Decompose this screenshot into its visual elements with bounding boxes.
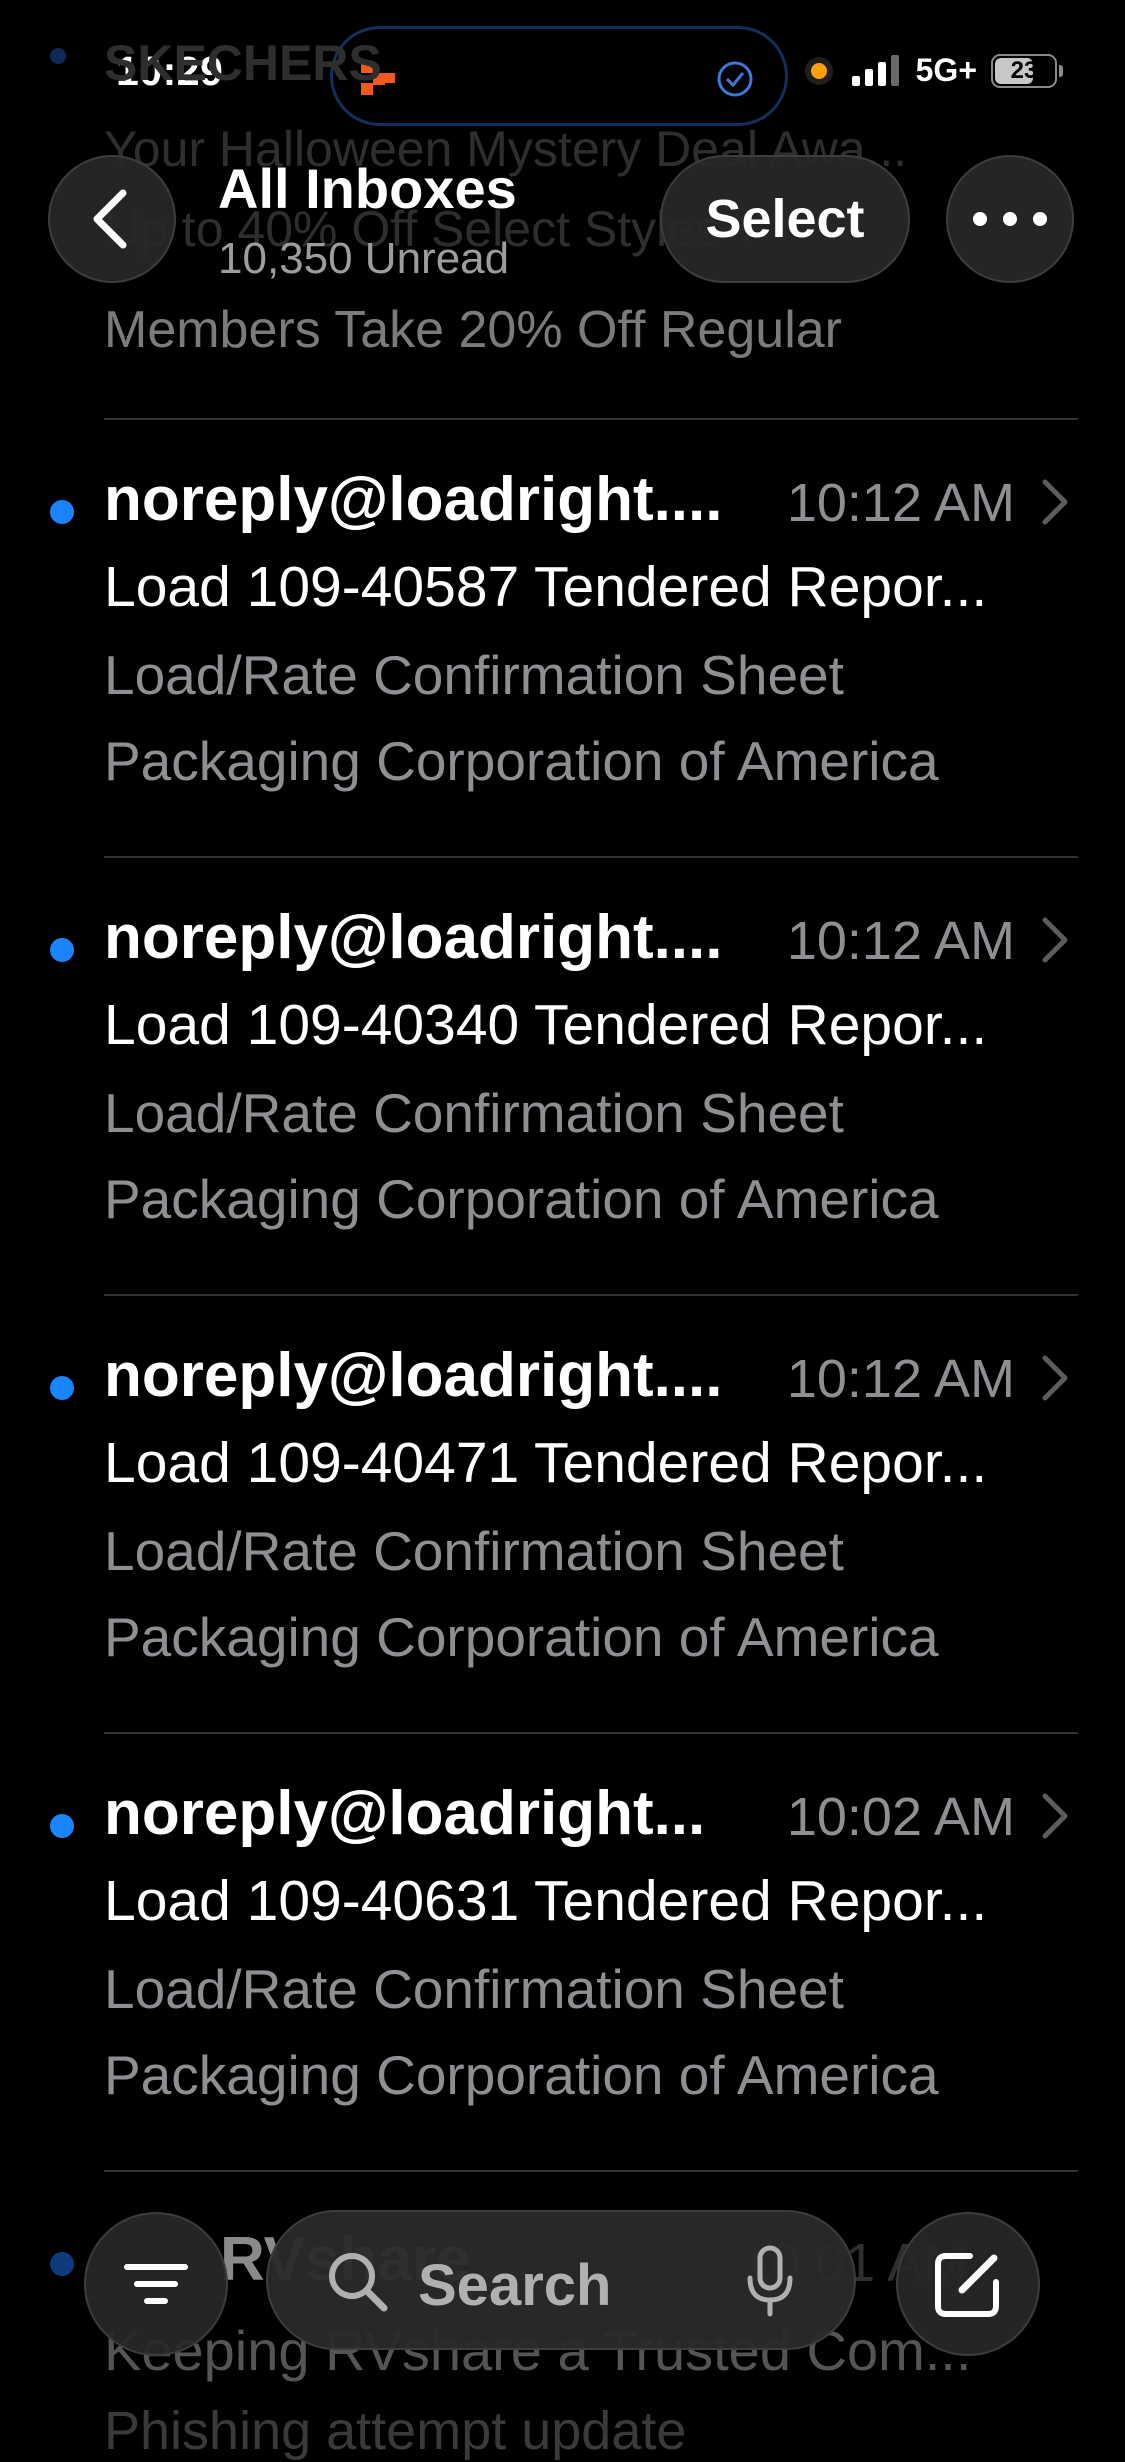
message-row[interactable]: noreply@loadright.... 10:12 AM Load 109-… [0,420,1125,858]
message-subject: Load 109-40631 Tendered Repor... [104,1869,988,1933]
message-preview-line: Load/Rate Confirmation Sheet [104,1520,844,1582]
message-preview-line: Packaging Corporation of America [104,2044,939,2106]
unread-dot [50,1376,74,1400]
message-preview-line: Packaging Corporation of America [104,1168,939,1230]
ghost-unread-dot [50,2252,74,2276]
battery-icon: 23 [991,53,1057,88]
message-preview-line: Load/Rate Confirmation Sheet [104,1082,844,1144]
message-subject: Load 109-40340 Tendered Repor... [104,993,988,1057]
message-row[interactable]: noreply@loadright.... 10:12 AM Load 109-… [0,1296,1125,1734]
message-row[interactable]: noreply@loadright.... 10:12 AM Load 109-… [0,858,1125,1296]
unread-dot [50,1814,74,1838]
partial-message-preview: Members Take 20% Off Regular [104,301,842,359]
message-time: 10:12 AM [786,473,1015,533]
search-input[interactable]: Search [418,2252,611,2319]
message-subject: Load 109-40587 Tendered Repor... [104,555,988,619]
more-button[interactable] [946,155,1074,283]
message-preview: Load/Rate Confirmation Sheet Packaging C… [104,1508,1074,1680]
status-indicators: 5G+ 23 [802,52,1063,89]
message-preview-line: Packaging Corporation of America [104,1606,939,1668]
page-title: All Inboxes [218,157,517,220]
divider [104,2170,1078,2172]
chevron-right-icon [1042,1355,1068,1401]
message-sender: noreply@loadright... [104,1779,706,1848]
message-sender: noreply@loadright.... [104,1341,723,1410]
message-preview-line: Load/Rate Confirmation Sheet [104,644,844,706]
message-time: 10:02 AM [786,1787,1015,1847]
chevron-right-icon [1042,1793,1068,1839]
unread-count: 10,350 Unread [218,234,510,283]
message-time: 10:12 AM [786,911,1015,971]
ghost-unread-dot [50,48,66,64]
message-row[interactable]: noreply@loadright... 10:02 AM Load 109-4… [0,1734,1125,2172]
chevron-right-icon [1042,479,1068,525]
chevron-right-icon [1042,917,1068,963]
recording-indicator-icon [804,56,833,85]
search-icon [329,2253,388,2312]
battery-level: 23 [1010,56,1038,84]
verified-check-icon [717,61,753,97]
network-type: 5G+ [915,52,977,88]
chevron-left-icon [93,189,127,249]
ghost-preview: Phishing attempt update [104,2401,687,2461]
filter-icon [124,2264,188,2304]
select-button[interactable]: Select [660,155,910,283]
cellular-signal-icon [851,54,899,86]
message-preview-line: Load/Rate Confirmation Sheet [104,1958,844,2020]
message-preview: Load/Rate Confirmation Sheet Packaging C… [104,1070,1074,1242]
back-button[interactable] [48,155,176,283]
message-preview: Load/Rate Confirmation Sheet Packaging C… [104,632,1074,804]
message-subject: Load 109-40471 Tendered Repor... [104,1431,988,1495]
message-preview: Load/Rate Confirmation Sheet Packaging C… [104,1946,1074,2118]
message-sender: noreply@loadright.... [104,465,723,534]
message-time: 10:12 AM [786,1349,1015,1409]
search-bar[interactable]: Search [266,2210,856,2350]
compose-icon [935,2253,999,2317]
unread-dot [50,938,74,962]
compose-button[interactable] [896,2212,1040,2356]
ghost-sender: SKECHERS [104,35,382,91]
message-sender: noreply@loadright.... [104,903,723,972]
battery-tip [1059,64,1063,77]
microphone-icon[interactable] [744,2244,796,2320]
unread-dot [50,500,74,524]
ellipsis-icon [973,212,1047,226]
filter-button[interactable] [84,2212,228,2356]
message-preview-line: Packaging Corporation of America [104,730,939,792]
dynamic-island[interactable] [330,26,788,126]
